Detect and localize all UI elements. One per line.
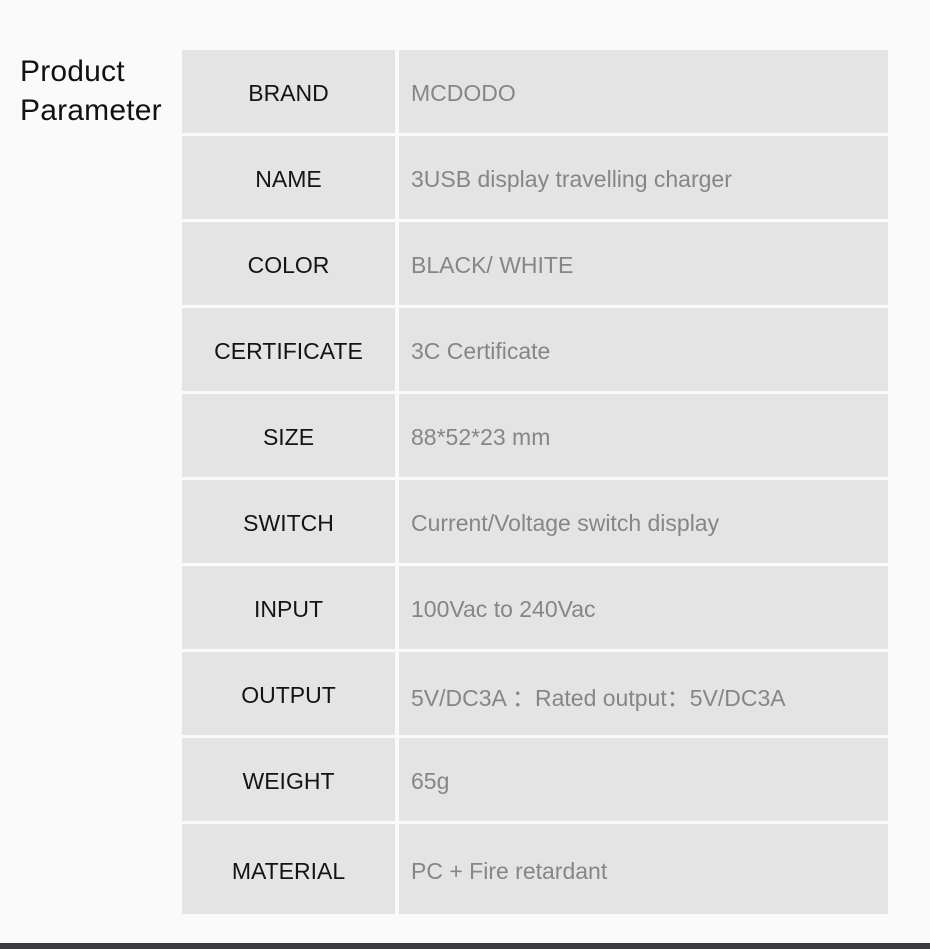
- table-row: COLOR BLACK/ WHITE: [182, 222, 888, 305]
- product-parameter-page: Product Parameter BRAND MCDODO NAME 3USB…: [0, 0, 930, 949]
- spec-label: WEIGHT: [182, 738, 395, 821]
- table-row: SWITCH Current/Voltage switch display: [182, 480, 888, 563]
- spec-value: Current/Voltage switch display: [399, 480, 888, 563]
- spec-value: 3USB display travelling charger: [399, 136, 888, 219]
- spec-value: 5V/DC3A ：Rated output：5V/DC3A: [399, 652, 888, 735]
- spec-value: 100Vac to 240Vac: [399, 566, 888, 649]
- table-row: OUTPUT 5V/DC3A ：Rated output：5V/DC3A: [182, 652, 888, 735]
- spec-value: PC + Fire retardant: [399, 824, 888, 914]
- spec-value: MCDODO: [399, 50, 888, 133]
- spec-label: OUTPUT: [182, 652, 395, 735]
- spec-value: BLACK/ WHITE: [399, 222, 888, 305]
- bottom-accent-bar: [0, 943, 930, 949]
- table-row: BRAND MCDODO: [182, 50, 888, 133]
- spec-label: INPUT: [182, 566, 395, 649]
- spec-value: 88*52*23 mm: [399, 394, 888, 477]
- spec-label: MATERIAL: [182, 824, 395, 914]
- page-title: Product Parameter: [20, 55, 162, 127]
- specification-table: BRAND MCDODO NAME 3USB display travellin…: [182, 50, 888, 914]
- spec-label: SIZE: [182, 394, 395, 477]
- table-row: NAME 3USB display travelling charger: [182, 136, 888, 219]
- spec-value: 65g: [399, 738, 888, 821]
- spec-label: NAME: [182, 136, 395, 219]
- table-row: SIZE 88*52*23 mm: [182, 394, 888, 477]
- spec-label: BRAND: [182, 50, 395, 133]
- table-row: MATERIAL PC + Fire retardant: [182, 824, 888, 914]
- table-row: INPUT 100Vac to 240Vac: [182, 566, 888, 649]
- table-row: CERTIFICATE 3C Certificate: [182, 308, 888, 391]
- spec-label: CERTIFICATE: [182, 308, 395, 391]
- spec-label: SWITCH: [182, 480, 395, 563]
- spec-label: COLOR: [182, 222, 395, 305]
- spec-value: 3C Certificate: [399, 308, 888, 391]
- table-row: WEIGHT 65g: [182, 738, 888, 821]
